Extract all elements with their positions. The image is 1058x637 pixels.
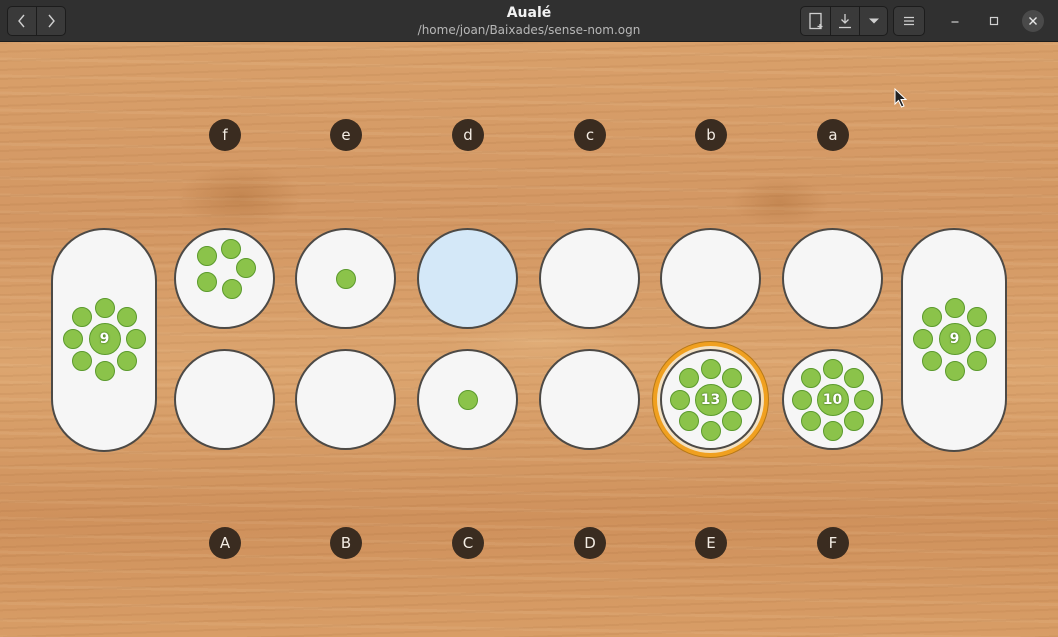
- close-button[interactable]: [1022, 10, 1044, 32]
- pit-f[interactable]: [174, 228, 275, 329]
- file-actions: [800, 6, 888, 36]
- game-board: f e d c b a A B C D E F 9 9 13 10: [0, 42, 1058, 637]
- new-document-icon: [808, 12, 822, 30]
- seed: [700, 420, 721, 441]
- caret-down-icon: [868, 18, 879, 24]
- pit-label-top: e: [330, 119, 362, 151]
- pit-e[interactable]: [295, 228, 396, 329]
- mouse-cursor-icon: [894, 88, 908, 108]
- download-icon: [839, 14, 851, 29]
- seed: [722, 367, 743, 388]
- maximize-icon: [989, 16, 999, 26]
- seed: [220, 238, 241, 259]
- maximize-button[interactable]: [983, 10, 1005, 32]
- seed: [822, 358, 843, 379]
- seed: [922, 307, 943, 328]
- pit-label-top: f: [209, 119, 241, 151]
- seed: [975, 329, 996, 350]
- header-bar: Aualé /home/joan/Baixades/sense-nom.ogn: [0, 0, 1058, 42]
- close-icon: [1029, 17, 1037, 25]
- pit-B[interactable]: [295, 349, 396, 450]
- seed: [116, 307, 137, 328]
- seed: [731, 389, 752, 410]
- pit-a[interactable]: [782, 228, 883, 329]
- pit-C[interactable]: [417, 349, 518, 450]
- seed: [196, 245, 217, 266]
- seed: [844, 411, 865, 432]
- left-store: 9: [51, 228, 157, 452]
- pit-F[interactable]: 10: [782, 349, 883, 450]
- pit-E-count: 13: [694, 383, 727, 416]
- seed: [966, 307, 987, 328]
- seed: [966, 351, 987, 372]
- seed: [944, 298, 965, 318]
- seed: [72, 351, 93, 372]
- pit-label-bottom: A: [209, 527, 241, 559]
- pit-label-top: c: [574, 119, 606, 151]
- seed: [457, 389, 478, 410]
- pit-F-count: 10: [816, 383, 849, 416]
- pit-label-bottom: E: [695, 527, 727, 559]
- pit-label-bottom: D: [574, 527, 606, 559]
- left-store-count: 9: [88, 323, 121, 356]
- pit-b[interactable]: [660, 228, 761, 329]
- seed: [94, 298, 115, 318]
- seed: [922, 351, 943, 372]
- right-store-count: 9: [938, 323, 971, 356]
- pit-c[interactable]: [539, 228, 640, 329]
- seed: [844, 367, 865, 388]
- seed: [722, 411, 743, 432]
- seed: [221, 278, 242, 299]
- seed: [335, 268, 356, 289]
- main-menu-button[interactable]: [893, 6, 925, 36]
- pit-E[interactable]: 13: [660, 349, 761, 450]
- save-options-dropdown[interactable]: [859, 7, 887, 35]
- seed: [678, 367, 699, 388]
- pit-d[interactable]: [417, 228, 518, 329]
- minimize-icon: [951, 21, 959, 23]
- seed: [116, 351, 137, 372]
- pit-label-bottom: B: [330, 527, 362, 559]
- seed: [800, 367, 821, 388]
- save-button[interactable]: [830, 7, 859, 35]
- seed: [678, 411, 699, 432]
- seed: [944, 360, 965, 381]
- seed: [669, 389, 690, 410]
- pit-label-top: b: [695, 119, 727, 151]
- pit-label-top: a: [817, 119, 849, 151]
- seed: [72, 307, 93, 328]
- pit-A[interactable]: [174, 349, 275, 450]
- seed: [853, 389, 874, 410]
- minimize-button[interactable]: [944, 10, 966, 32]
- seed: [791, 389, 812, 410]
- seed: [800, 411, 821, 432]
- new-game-button[interactable]: [801, 7, 830, 35]
- seed: [700, 358, 721, 379]
- pit-label-bottom: C: [452, 527, 484, 559]
- seed: [125, 329, 146, 350]
- pit-label-bottom: F: [817, 527, 849, 559]
- right-store: 9: [901, 228, 1007, 452]
- seed: [196, 271, 217, 292]
- pit-D[interactable]: [539, 349, 640, 450]
- seed: [913, 329, 934, 350]
- seed: [822, 420, 843, 441]
- seed: [63, 329, 84, 350]
- seed: [94, 360, 115, 381]
- hamburger-menu-icon: [904, 16, 914, 26]
- seed: [235, 257, 256, 278]
- pit-label-top: d: [452, 119, 484, 151]
